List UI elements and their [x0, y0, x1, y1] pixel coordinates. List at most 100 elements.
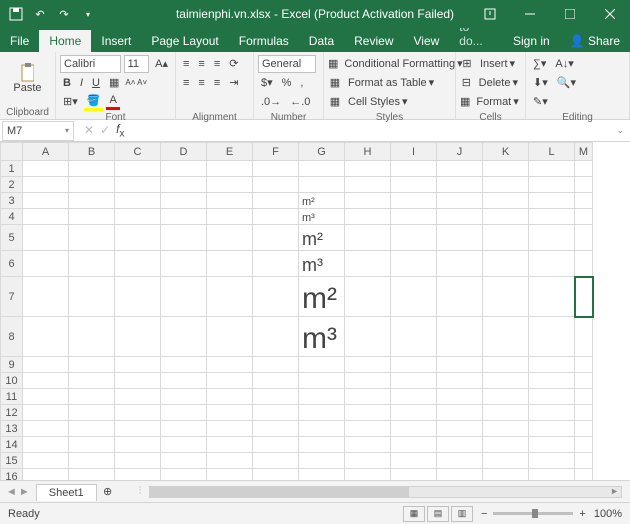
cell-G2[interactable] [299, 177, 345, 193]
cell-J3[interactable] [437, 193, 483, 209]
cell-F10[interactable] [253, 373, 299, 389]
cell-K6[interactable] [483, 251, 529, 277]
cell-B4[interactable] [69, 209, 115, 225]
cell-J12[interactable] [437, 405, 483, 421]
row-header[interactable]: 15 [1, 453, 23, 469]
cell-D16[interactable] [161, 469, 207, 481]
sign-in-link[interactable]: Sign in [503, 30, 560, 52]
cell-A12[interactable] [23, 405, 69, 421]
cell-I10[interactable] [391, 373, 437, 389]
cell-K5[interactable] [483, 225, 529, 251]
cell-G1[interactable] [299, 161, 345, 177]
cell-C5[interactable] [115, 225, 161, 251]
cell-K8[interactable] [483, 317, 529, 357]
cell-F5[interactable] [253, 225, 299, 251]
cell-L16[interactable] [529, 469, 575, 481]
sheet-nav-prev-icon[interactable]: ◄ [6, 486, 17, 498]
find-select-icon[interactable]: 🔍▾ [554, 75, 579, 90]
cell-styles-button[interactable]: Cell Styles ▾ [345, 94, 411, 109]
cell-F12[interactable] [253, 405, 299, 421]
increase-font-icon[interactable]: A▴ [152, 56, 171, 71]
cell-K4[interactable] [483, 209, 529, 225]
cell-K3[interactable] [483, 193, 529, 209]
cell-A5[interactable] [23, 225, 69, 251]
cell-A8[interactable] [23, 317, 69, 357]
font-name-combo[interactable]: Calibri [60, 55, 121, 73]
cell-C9[interactable] [115, 357, 161, 373]
cell-B9[interactable] [69, 357, 115, 373]
cell-H12[interactable] [345, 405, 391, 421]
cell-M2[interactable] [575, 177, 593, 193]
ribbon-options-icon[interactable] [470, 0, 510, 28]
cell-J4[interactable] [437, 209, 483, 225]
cell-A11[interactable] [23, 389, 69, 405]
cell-L3[interactable] [529, 193, 575, 209]
cell-J9[interactable] [437, 357, 483, 373]
cell-F3[interactable] [253, 193, 299, 209]
cell-D2[interactable] [161, 177, 207, 193]
clear-icon[interactable]: ✎▾ [530, 94, 551, 109]
fill-icon[interactable]: ⬇▾ [530, 75, 551, 90]
cell-I16[interactable] [391, 469, 437, 481]
cell-G11[interactable] [299, 389, 345, 405]
cell-D3[interactable] [161, 193, 207, 209]
cell-B5[interactable] [69, 225, 115, 251]
cell-D12[interactable] [161, 405, 207, 421]
col-header[interactable]: H [345, 143, 391, 161]
tab-data[interactable]: Data [299, 30, 344, 52]
cell-L15[interactable] [529, 453, 575, 469]
align-center-icon[interactable]: ≡ [195, 76, 207, 90]
cell-M11[interactable] [575, 389, 593, 405]
cell-D15[interactable] [161, 453, 207, 469]
font-size-combo[interactable]: 11 [124, 55, 150, 73]
orientation-icon[interactable]: ⟳ [226, 56, 241, 71]
align-middle-icon[interactable]: ≡ [195, 57, 207, 71]
col-header[interactable]: J [437, 143, 483, 161]
zoom-slider[interactable] [493, 512, 573, 515]
row-header[interactable]: 10 [1, 373, 23, 389]
cell-I15[interactable] [391, 453, 437, 469]
cell-J14[interactable] [437, 437, 483, 453]
cell-E9[interactable] [207, 357, 253, 373]
cell-I5[interactable] [391, 225, 437, 251]
autosum-icon[interactable]: ∑▾ [530, 56, 549, 71]
tab-file[interactable]: File [0, 30, 39, 52]
cell-B10[interactable] [69, 373, 115, 389]
col-header[interactable]: C [115, 143, 161, 161]
cell-A14[interactable] [23, 437, 69, 453]
cell-B11[interactable] [69, 389, 115, 405]
cell-B3[interactable] [69, 193, 115, 209]
cell-I11[interactable] [391, 389, 437, 405]
row-header[interactable]: 16 [1, 469, 23, 481]
cell-M15[interactable] [575, 453, 593, 469]
new-sheet-button[interactable]: ⊕ [97, 485, 119, 498]
row-header[interactable]: 4 [1, 209, 23, 225]
cell-K1[interactable] [483, 161, 529, 177]
cell-A2[interactable] [23, 177, 69, 193]
cell-B15[interactable] [69, 453, 115, 469]
comma-icon[interactable]: , [297, 76, 306, 90]
format-as-table-button[interactable]: Format as Table ▾ [345, 75, 437, 90]
cell-H1[interactable] [345, 161, 391, 177]
cell-J1[interactable] [437, 161, 483, 177]
cell-J15[interactable] [437, 453, 483, 469]
enter-formula-icon[interactable]: ✓ [100, 123, 110, 137]
cell-M9[interactable] [575, 357, 593, 373]
decrease-decimal-icon[interactable]: ←.0 [287, 95, 313, 109]
cell-D6[interactable] [161, 251, 207, 277]
col-header[interactable]: E [207, 143, 253, 161]
cell-A7[interactable] [23, 277, 69, 317]
cell-M8[interactable] [575, 317, 593, 357]
row-header[interactable]: 5 [1, 225, 23, 251]
cell-D11[interactable] [161, 389, 207, 405]
cell-B13[interactable] [69, 421, 115, 437]
cell-B7[interactable] [69, 277, 115, 317]
cell-I13[interactable] [391, 421, 437, 437]
cell-I14[interactable] [391, 437, 437, 453]
cell-F7[interactable] [253, 277, 299, 317]
cell-C2[interactable] [115, 177, 161, 193]
row-header[interactable]: 3 [1, 193, 23, 209]
cell-B12[interactable] [69, 405, 115, 421]
row-header[interactable]: 11 [1, 389, 23, 405]
cell-C14[interactable] [115, 437, 161, 453]
